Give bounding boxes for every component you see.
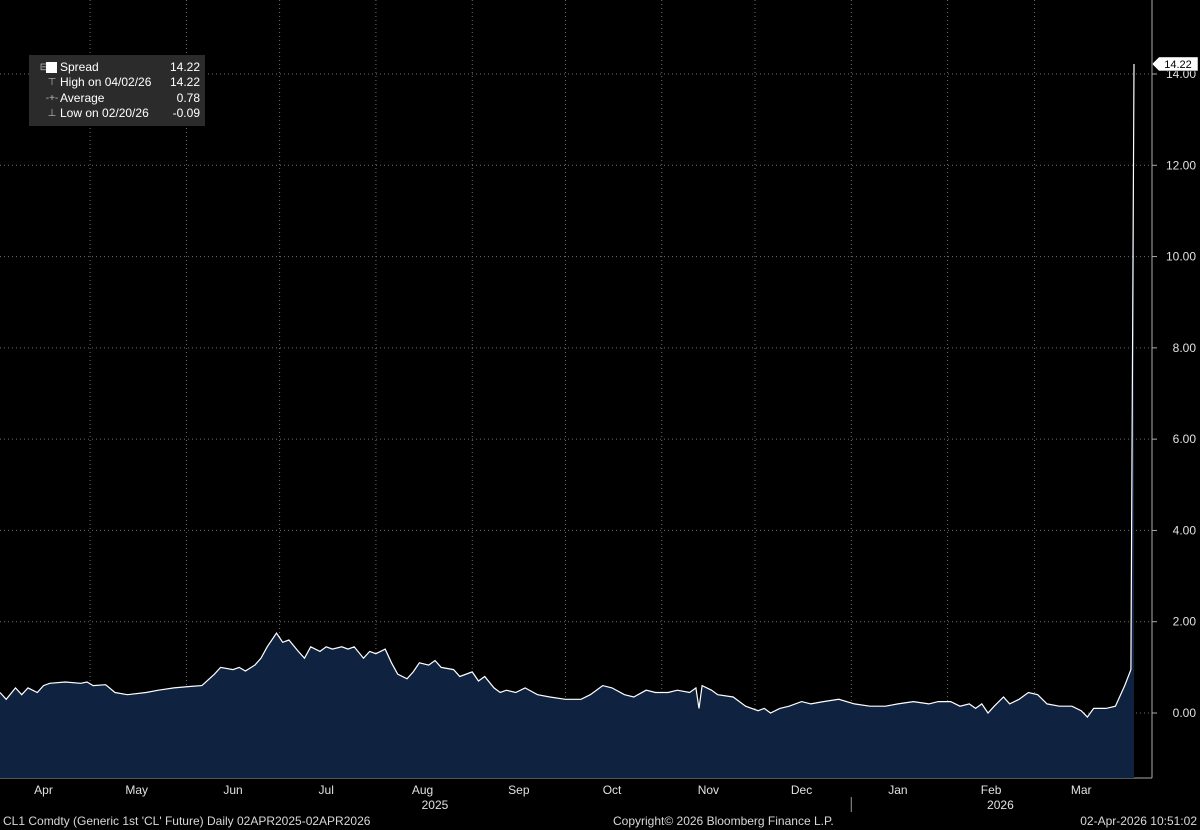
y-tick-label: 6.00 — [1173, 432, 1197, 446]
legend-box: ⊟ Spread 14.22 ⊤ High on 04/02/26 14.22 … — [29, 55, 205, 126]
x-tick-label: Oct — [603, 783, 622, 797]
spread-line — [0, 63, 1135, 719]
footer-security-info: CL1 Comdty (Generic 1st 'CL' Future) Dai… — [3, 814, 371, 828]
spread-swatch — [46, 62, 57, 73]
high-marker-icon: ⊤ — [47, 77, 57, 88]
legend-row-average: -+- Average 0.78 — [29, 91, 205, 106]
legend-low-label: Low on 02/20/26 — [60, 106, 149, 120]
year-label: 2025 — [422, 798, 449, 812]
y-tick-label: 12.00 — [1166, 158, 1196, 172]
legend-row-spread: ⊟ Spread 14.22 — [29, 60, 205, 75]
legend-high-label: High on 04/02/26 — [60, 75, 152, 89]
x-tick-label: Apr — [34, 783, 53, 797]
x-tick-label: Jul — [319, 783, 334, 797]
x-tick-label: May — [125, 783, 148, 797]
x-tick-label: Jan — [888, 783, 907, 797]
spread-area — [0, 64, 1134, 778]
y-tick-label: 10.00 — [1166, 250, 1196, 264]
x-tick-label: Mar — [1071, 783, 1092, 797]
y-tick-label: 8.00 — [1173, 341, 1197, 355]
x-tick-label: Sep — [508, 783, 530, 797]
low-marker-icon: ⊥ — [47, 108, 57, 119]
legend-row-high: ⊤ High on 04/02/26 14.22 — [29, 75, 205, 90]
legend-spread-value: 14.22 — [169, 60, 200, 74]
legend-spread-label: Spread — [60, 60, 99, 74]
y-tick-label: 0.00 — [1173, 706, 1197, 720]
legend-high-value: 14.22 — [169, 75, 200, 89]
x-tick-label: Jun — [223, 783, 242, 797]
footer-copyright: Copyright© 2026 Bloomberg Finance L.P. — [613, 814, 834, 828]
y-tick-label: 2.00 — [1173, 615, 1197, 629]
x-tick-label: Feb — [981, 783, 1002, 797]
last-value-label: 14.22 — [1164, 59, 1192, 71]
year-label: 2026 — [987, 798, 1014, 812]
legend-low-value: -0.09 — [172, 106, 200, 120]
x-tick-label: Aug — [412, 783, 433, 797]
y-tick-label: 4.00 — [1173, 523, 1197, 537]
footer-timestamp: 02-Apr-2026 10:51:02 — [1080, 814, 1197, 828]
legend-row-low: ⊥ Low on 02/20/26 -0.09 — [29, 106, 205, 121]
legend-average-value: 0.78 — [176, 91, 200, 105]
x-tick-label: Nov — [698, 783, 719, 797]
legend-average-label: Average — [60, 91, 105, 105]
average-marker-icon: -+- — [45, 93, 59, 104]
x-tick-label: Dec — [791, 783, 812, 797]
